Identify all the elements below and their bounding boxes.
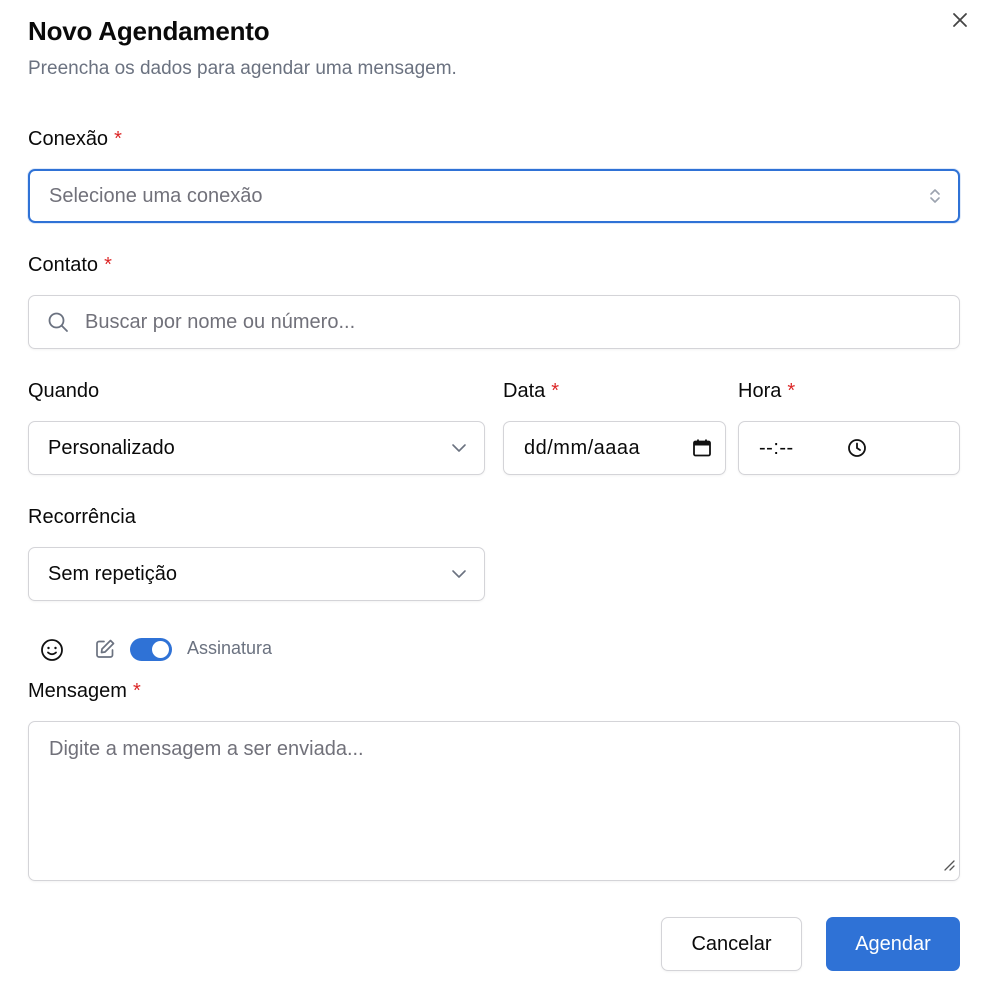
chevron-down-icon <box>450 565 468 583</box>
emoji-button[interactable] <box>38 636 66 664</box>
when-select[interactable]: Personalizado <box>28 421 485 475</box>
time-label: Hora * <box>738 380 795 403</box>
recurrence-label: Recorrência <box>28 506 136 528</box>
close-button[interactable] <box>948 8 972 32</box>
dialog-subtitle: Preencha os dados para agendar uma mensa… <box>28 58 457 79</box>
contact-search-input[interactable]: Buscar por nome ou número... <box>28 295 960 349</box>
pencil-square-icon <box>96 639 115 658</box>
required-mark: * <box>132 680 141 702</box>
date-input[interactable]: dd/mm/aaaa <box>503 421 726 475</box>
schedule-button[interactable]: Agendar <box>826 917 960 971</box>
time-input[interactable]: --:-- <box>738 421 960 475</box>
time-label-text: Hora <box>738 380 782 402</box>
date-placeholder: dd/mm/aaaa <box>524 436 641 459</box>
when-value: Personalizado <box>48 436 175 459</box>
time-placeholder: --:-- <box>759 436 794 459</box>
toggle-knob <box>152 641 169 658</box>
close-icon <box>953 13 967 27</box>
contact-label: Contato * <box>28 254 112 277</box>
recurrence-value: Sem repetição <box>48 562 177 585</box>
connection-select[interactable]: Selecione uma conexão <box>28 169 960 223</box>
contact-placeholder: Buscar por nome ou número... <box>85 310 356 333</box>
cancel-button[interactable]: Cancelar <box>661 917 802 971</box>
message-textarea[interactable]: Digite a mensagem a ser enviada... <box>28 721 960 881</box>
signature-toggle[interactable] <box>130 638 172 661</box>
chevron-up-down-icon <box>928 186 942 206</box>
connection-label: Conexão * <box>28 128 122 151</box>
date-label-text: Data <box>503 380 546 402</box>
required-mark: * <box>787 380 796 402</box>
message-label-text: Mensagem <box>28 680 127 702</box>
chevron-down-icon <box>450 439 468 457</box>
message-label: Mensagem * <box>28 680 141 703</box>
contact-label-text: Contato <box>28 254 99 276</box>
clock-icon[interactable] <box>847 438 867 458</box>
edit-signature-button[interactable] <box>92 636 118 662</box>
search-icon <box>47 311 69 333</box>
required-mark: * <box>104 254 112 276</box>
calendar-icon[interactable] <box>692 438 712 458</box>
dialog-title: Novo Agendamento <box>28 16 270 46</box>
when-label: Quando <box>28 380 100 402</box>
recurrence-select[interactable]: Sem repetição <box>28 547 485 601</box>
resize-handle-icon[interactable] <box>942 858 956 877</box>
required-mark: * <box>114 128 122 150</box>
smiley-icon <box>41 639 63 661</box>
message-placeholder: Digite a mensagem a ser enviada... <box>49 738 364 760</box>
date-label: Data * <box>503 380 559 403</box>
signature-label: Assinatura <box>187 638 273 658</box>
required-mark: * <box>551 380 560 402</box>
connection-placeholder: Selecione uma conexão <box>49 184 263 207</box>
connection-label-text: Conexão <box>28 128 109 150</box>
